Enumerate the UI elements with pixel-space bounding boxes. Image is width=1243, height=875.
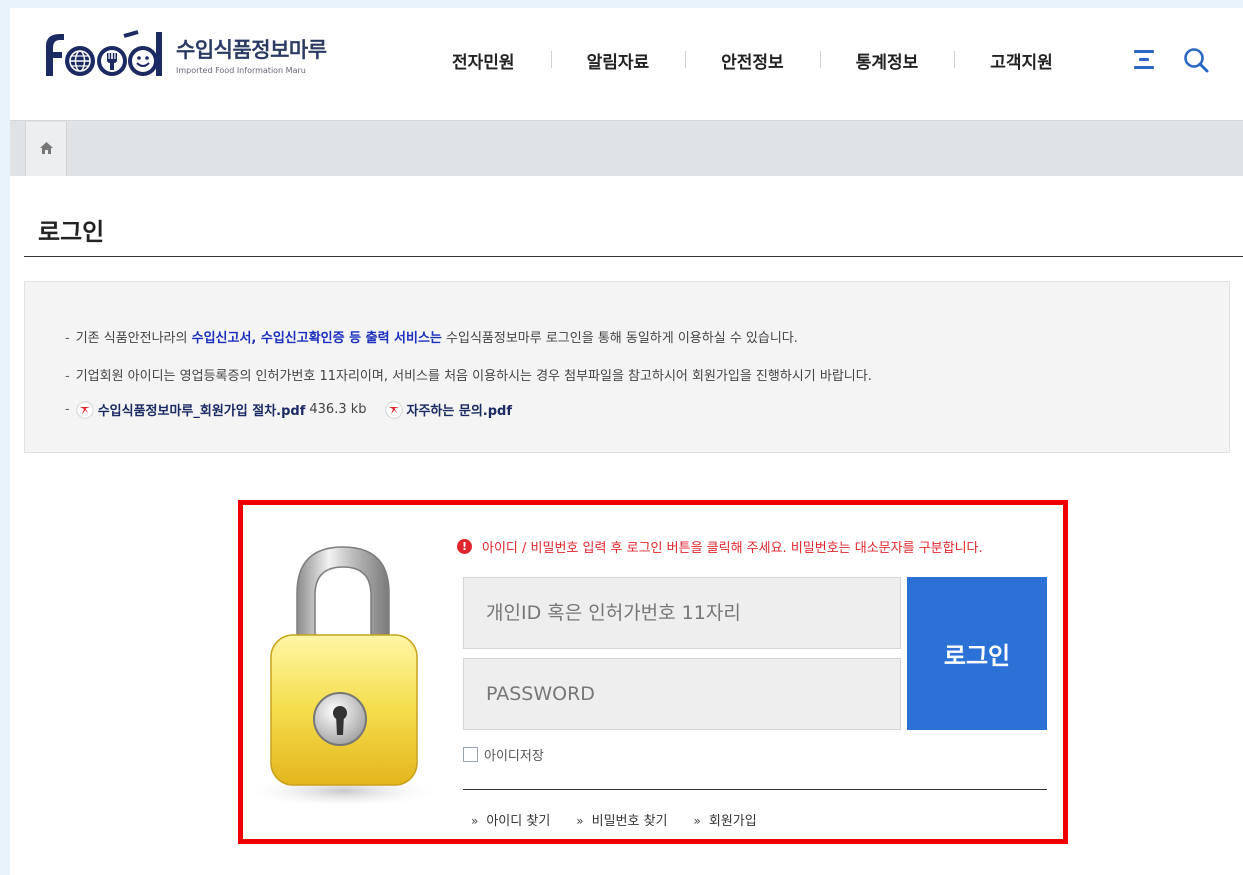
page: 수입식품정보마루 Imported Food Information Maru … bbox=[10, 8, 1243, 875]
home-button[interactable] bbox=[25, 122, 67, 176]
double-arrow-icon: » bbox=[576, 814, 584, 828]
double-arrow-icon: » bbox=[471, 814, 479, 828]
notice-box: - 기존 식품안전나라의 수입신고서, 수입신고확인증 등 출력 서비스는 수입식… bbox=[24, 281, 1230, 453]
nav-item-notices[interactable]: 알림자료 bbox=[550, 48, 686, 73]
login-warning-text: 아이디 / 비밀번호 입력 후 로그인 버튼을 클릭해 주세요. 비밀번호는 대… bbox=[482, 541, 983, 556]
find-password-link[interactable]: » 비밀번호 찾기 bbox=[576, 810, 667, 829]
notice-files: - 수입식품정보마루_회원가입 절차.pdf 436.3 kb 자주하는 문의.… bbox=[65, 400, 513, 419]
login-warning: ! 아이디 / 비밀번호 입력 후 로그인 버튼을 클릭해 주세요. 비밀번호는… bbox=[457, 537, 983, 556]
pdf-file-size: 436.3 kb bbox=[309, 402, 367, 417]
notice-line-1-highlight: 수입신고서, 수입신고확인증 등 출력 서비스는 bbox=[191, 331, 442, 346]
site-logo[interactable]: 수입식품정보마루 Imported Food Information Maru bbox=[28, 26, 327, 82]
save-id-label: 아이디저장 bbox=[484, 749, 544, 764]
page-title: 로그인 bbox=[38, 218, 105, 246]
account-links: » 아이디 찾기 » 비밀번호 찾기 » 회원가입 bbox=[471, 810, 783, 829]
login-box: ! 아이디 / 비밀번호 입력 후 로그인 버튼을 클릭해 주세요. 비밀번호는… bbox=[238, 500, 1068, 844]
notice-line-2-text: 기업회원 아이디는 영업등록증의 인허가번호 11자리이며, 서비스를 처음 이… bbox=[75, 369, 872, 384]
site-header: 수입식품정보마루 Imported Food Information Maru … bbox=[10, 8, 1243, 120]
home-icon bbox=[40, 142, 53, 154]
nav-item-safety-info[interactable]: 안전정보 bbox=[685, 48, 820, 73]
nav-item-statistics[interactable]: 통계정보 bbox=[819, 48, 955, 73]
title-divider bbox=[24, 256, 1243, 257]
pdf-icon bbox=[76, 400, 94, 419]
hamburger-menu-icon[interactable] bbox=[1130, 48, 1158, 70]
pdf-link-faq[interactable]: 자주하는 문의.pdf bbox=[407, 400, 513, 419]
pdf-icon bbox=[384, 400, 403, 419]
pdf-link-signup-procedure[interactable]: 수입식품정보마루_회원가입 절차.pdf bbox=[98, 400, 306, 419]
logo-text: 수입식품정보마루 Imported Food Information Maru bbox=[176, 34, 327, 75]
password-input[interactable] bbox=[463, 658, 901, 730]
save-id-checkbox[interactable] bbox=[463, 747, 478, 762]
food-logo-icon bbox=[46, 30, 162, 76]
breadcrumb bbox=[10, 120, 1243, 176]
notice-line-1-prefix: 기존 식품안전나라의 bbox=[75, 331, 192, 346]
notice-line-2: - 기업회원 아이디는 영업등록증의 인허가번호 11자리이며, 서비스를 처음 … bbox=[65, 369, 872, 384]
find-id-link[interactable]: » 아이디 찾기 bbox=[471, 810, 550, 829]
save-id-option[interactable]: 아이디저장 bbox=[463, 745, 544, 764]
notice-line-1: - 기존 식품안전나라의 수입신고서, 수입신고확인증 등 출력 서비스는 수입식… bbox=[65, 331, 798, 346]
login-button[interactable]: 로그인 bbox=[907, 577, 1047, 730]
signup-link[interactable]: » 회원가입 bbox=[694, 810, 757, 829]
login-divider bbox=[463, 789, 1047, 790]
double-arrow-icon: » bbox=[693, 814, 701, 828]
alert-icon: ! bbox=[457, 539, 472, 554]
padlock-icon bbox=[243, 546, 443, 803]
site-name-english: Imported Food Information Maru bbox=[176, 65, 306, 75]
notice-line-1-suffix: 수입식품정보마루 로그인을 통해 동일하게 이용하실 수 있습니다. bbox=[441, 331, 798, 346]
nav-item-e-civil-petition[interactable]: 전자민원 bbox=[430, 48, 551, 73]
id-input[interactable] bbox=[463, 577, 901, 649]
site-name-korean: 수입식품정보마루 bbox=[176, 37, 327, 62]
search-icon[interactable] bbox=[1182, 46, 1210, 74]
main-navigation: 전자민원 알림자료 안전정보 통계정보 고객지원 bbox=[430, 48, 1089, 73]
nav-item-customer-support[interactable]: 고객지원 bbox=[954, 48, 1089, 73]
